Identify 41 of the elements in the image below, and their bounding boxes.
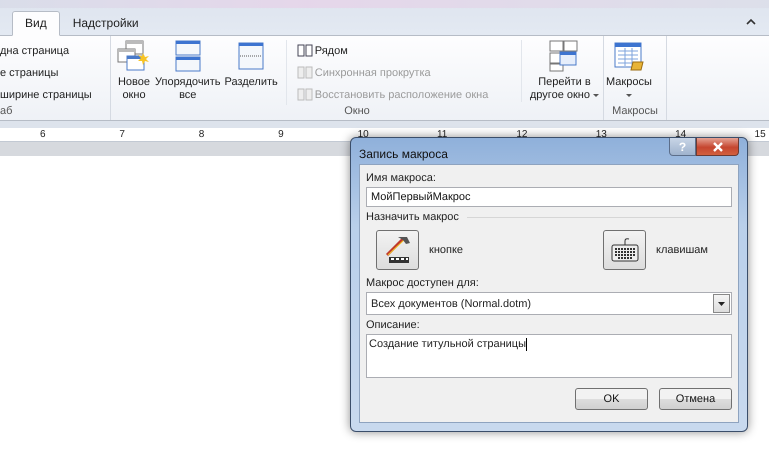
group-label: Макросы [611, 105, 659, 119]
macro-name-field[interactable]: МойПервыйМакрос [366, 187, 732, 207]
dialog-button[interactable]: Отмена [659, 388, 732, 410]
section-label: Назначить макрос [366, 210, 459, 224]
new-window-icon [117, 40, 151, 72]
assign-button[interactable] [603, 230, 646, 270]
ribbon-button[interactable]: Макросы [604, 40, 654, 97]
ribbon-small-button[interactable]: ширине страницы [0, 84, 94, 105]
ribbon-button[interactable]: Новое окно [115, 40, 153, 102]
macros-icon [612, 40, 645, 72]
close-icon [712, 142, 724, 152]
ribbon-button[interactable]: Разделить [222, 40, 280, 89]
assign-button-label: кнопке [429, 244, 464, 256]
assign-button-label: клавишам [656, 244, 708, 256]
ribbon-tab[interactable]: Вид [12, 11, 60, 36]
ribbon-tab[interactable]: Надстройки [60, 11, 152, 36]
field-label: Макрос доступен для: [366, 276, 480, 290]
close-button[interactable] [696, 138, 739, 156]
store-dropdown[interactable]: Всех документов (Normal.dotm) [366, 292, 732, 315]
switch-windows-icon [549, 40, 580, 72]
collapse-ribbon-icon[interactable] [746, 18, 756, 25]
side-by-side-pages-icon [296, 66, 313, 79]
dialog-title: Запись макроса [359, 147, 448, 161]
group-label: аб [0, 105, 14, 119]
assign-button[interactable] [376, 230, 419, 270]
description-field[interactable]: Создание титульной страницы [366, 334, 732, 378]
dialog-button[interactable]: OK [575, 388, 648, 410]
field-label: Описание: [366, 318, 421, 332]
ribbon-small-button[interactable]: дна страница [0, 40, 94, 61]
ribbon-small-button[interactable]: Рядом [294, 40, 490, 61]
ribbon-small-button[interactable]: е страницы [0, 62, 94, 83]
dropdown-arrow-icon [718, 302, 725, 306]
field-label: Имя макроса: [366, 171, 437, 185]
ribbon-button[interactable]: Упорядочить все [153, 40, 222, 102]
keyboard-icon [610, 237, 640, 263]
side-by-side-pages-icon [296, 44, 313, 57]
side-by-side-pages-icon [296, 88, 313, 101]
split-window-icon [238, 40, 264, 72]
ribbon-button[interactable]: Перейти в другое окно [520, 40, 603, 102]
group-label: Окно [343, 105, 371, 119]
arrange-windows-icon [174, 40, 201, 72]
